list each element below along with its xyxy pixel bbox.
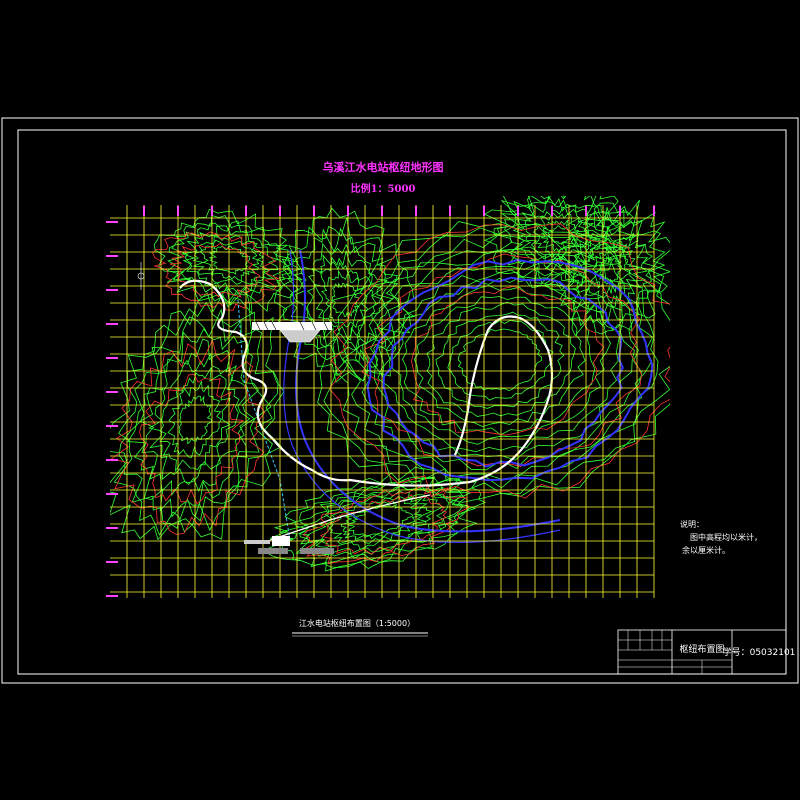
grid-tick-mark-left (106, 357, 118, 359)
grid-tick-mark-top (619, 206, 621, 216)
grid-tick-mark-top (211, 206, 213, 216)
grid-tick-mark-left (106, 221, 118, 223)
grid-tick-mark-left (106, 595, 118, 597)
title-block-student-no: 学号：05032101 (723, 646, 796, 658)
grid-tick-mark-top (653, 206, 655, 216)
access-road-west (179, 279, 554, 487)
inner-frame (17, 129, 787, 675)
grid-tick-mark-top (517, 206, 519, 216)
contour-line (348, 503, 413, 537)
contour-line-index (110, 339, 266, 535)
contour-line (435, 311, 565, 409)
grid-tick-mark-left (106, 391, 118, 393)
grid-tick-mark-top (449, 206, 451, 216)
contour-line (331, 282, 361, 319)
drawing-caption: 江水电站枢纽布置图（1:5000） (299, 618, 415, 628)
grid-tick-mark-top (585, 206, 587, 216)
grid-tick-mark-left (106, 459, 118, 461)
contour-lines-green (110, 196, 670, 572)
dam-crest (252, 322, 332, 330)
notes-heading: 说明： (680, 519, 704, 529)
notes-line-1: 图中高程均以米计， (690, 532, 762, 542)
powerhouse-symbol (244, 536, 334, 554)
grid-tick-mark-top (347, 206, 349, 216)
drawing-scale: 比例1：5000 (351, 182, 416, 195)
title-block-drawing-name: 枢纽布置图 (679, 643, 724, 655)
drawing-title: 乌溪江水电站枢纽地形图 (323, 160, 444, 174)
contour-line (402, 285, 596, 436)
grid-tick-mark-top (415, 206, 417, 216)
notes-block: 说明： 图中高程均以米计， 余以厘米计。 (680, 519, 762, 555)
grid-tick-mark-top (143, 206, 145, 216)
grid-tick-mark-top (279, 206, 281, 216)
grid-tick-mark-top (245, 206, 247, 216)
grid-tick-mark-top (551, 206, 553, 216)
grid-tick-mark-top (177, 206, 179, 216)
grid-tick-mark-top (313, 206, 315, 216)
grid-tick-mark-left (106, 425, 118, 427)
grid-tick-mark-top (381, 206, 383, 216)
grid-tick-mark-left (106, 289, 118, 291)
contour-line (290, 227, 400, 368)
grid-tick-mark-left (106, 323, 118, 325)
water-boundary-lines (283, 249, 654, 543)
contour-line (208, 245, 251, 275)
grid-tick-mark-left (106, 527, 118, 529)
notes-line-2: 余以厘米计。 (682, 545, 730, 555)
contour-line (493, 196, 631, 291)
terrain-contours (110, 196, 670, 572)
contour-line (457, 328, 543, 392)
topographic-drawing: 乌溪江水电站枢纽地形图 比例1：5000 说明： 图中高程均以米计， 余以厘米计… (1, 117, 799, 684)
grid-tick-mark-left (106, 561, 118, 563)
grid-tick-mark-left (106, 493, 118, 495)
contour-line (148, 352, 240, 484)
outer-frame (1, 117, 799, 684)
contour-line (413, 296, 586, 428)
grid-tick-mark-left (106, 255, 118, 257)
grid-tick-mark-top (483, 206, 485, 216)
